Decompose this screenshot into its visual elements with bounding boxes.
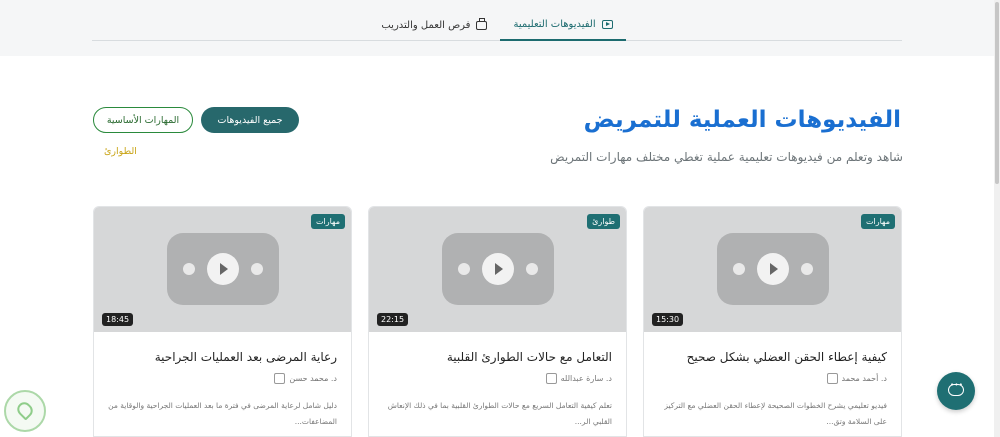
author-name: د. أحمد محمد <box>841 374 887 383</box>
dot-icon <box>801 263 813 275</box>
category-badge: مهارات <box>310 214 345 229</box>
author-name: د. سارة عبدالله <box>560 374 612 383</box>
duration-badge: 22:15 <box>377 313 409 326</box>
video-description: فيديو تعليمي يشرح الخطوات الصحيحة لإعطاء… <box>664 401 887 426</box>
video-author: د. أحمد محمد <box>826 373 887 384</box>
video-thumbnail[interactable]: مهارات 18:45 <box>94 207 351 332</box>
video-title[interactable]: رعاية المرضى بعد العمليات الجراحية <box>155 350 337 364</box>
play-icon[interactable] <box>757 253 789 285</box>
video-author: د. محمد حسن <box>274 373 337 384</box>
tab-jobs-label: فرص العمل والتدريب <box>381 19 471 31</box>
filter-emergency-button[interactable]: الطوارئ <box>104 146 137 157</box>
broken-image-icon <box>545 373 557 384</box>
duration-badge: 18:45 <box>102 313 134 326</box>
play-icon[interactable] <box>207 253 239 285</box>
play-square-icon <box>601 20 613 29</box>
heart-logo-icon <box>14 399 36 421</box>
dot-icon <box>733 263 745 275</box>
author-name: د. محمد حسن <box>289 374 337 383</box>
video-thumbnail[interactable]: مهارات 15:30 <box>644 207 901 332</box>
video-placeholder-icon <box>442 233 554 305</box>
top-nav-bar: الفيديوهات التعليمية فرص العمل والتدريب <box>0 0 994 56</box>
chat-bubble-icon <box>948 381 964 396</box>
video-author: د. سارة عبدالله <box>545 373 612 384</box>
page-title: الفيديوهات العملية للتمريض <box>583 107 901 133</box>
play-icon[interactable] <box>482 253 514 285</box>
video-description: دليل شامل لرعاية المرضى في فترة ما بعد ا… <box>108 401 337 426</box>
page: الفيديوهات التعليمية فرص العمل والتدريب … <box>0 0 1000 437</box>
filter-basic-skills-button[interactable]: المهارات الأساسية <box>93 107 193 133</box>
video-card[interactable]: طوارئ 22:15 التعامل مع حالات الطوارئ الق… <box>368 206 627 437</box>
page-subtitle: شاهد وتعلم من فيديوهات تعليمية عملية تغط… <box>550 150 903 164</box>
video-placeholder-icon <box>167 233 279 305</box>
broken-image-icon <box>274 373 286 384</box>
video-card[interactable]: مهارات 15:30 كيفية إعطاء الحقن العضلي بش… <box>643 206 902 437</box>
dot-icon <box>458 263 470 275</box>
category-badge: مهارات <box>860 214 895 229</box>
tab-videos-label: الفيديوهات التعليمية <box>513 19 596 30</box>
video-title[interactable]: التعامل مع حالات الطوارئ القلبية <box>447 350 612 364</box>
chat-button[interactable] <box>937 372 975 410</box>
dot-icon <box>251 263 263 275</box>
dot-icon <box>183 263 195 275</box>
video-title[interactable]: كيفية إعطاء الحقن العضلي بشكل صحيح <box>687 350 887 364</box>
duration-badge: 15:30 <box>652 313 684 326</box>
category-badge: طوارئ <box>587 214 620 229</box>
site-logo <box>4 390 46 432</box>
filter-buttons: جميع الفيديوهات المهارات الأساسية <box>93 107 299 133</box>
video-placeholder-icon <box>717 233 829 305</box>
tab-videos[interactable]: الفيديوهات التعليمية <box>500 10 626 41</box>
video-card[interactable]: مهارات 18:45 رعاية المرضى بعد العمليات ا… <box>93 206 352 437</box>
dot-icon <box>526 263 538 275</box>
video-thumbnail[interactable]: طوارئ 22:15 <box>369 207 626 332</box>
tab-bar: الفيديوهات التعليمية فرص العمل والتدريب <box>92 10 902 41</box>
briefcase-icon <box>476 17 488 30</box>
tab-jobs[interactable]: فرص العمل والتدريب <box>368 10 500 40</box>
filter-all-button[interactable]: جميع الفيديوهات <box>201 107 299 133</box>
video-description: تعلم كيفية التعامل السريع مع حالات الطوا… <box>387 401 612 426</box>
broken-image-icon <box>826 373 838 384</box>
scrollbar-thumb[interactable] <box>995 2 999 184</box>
